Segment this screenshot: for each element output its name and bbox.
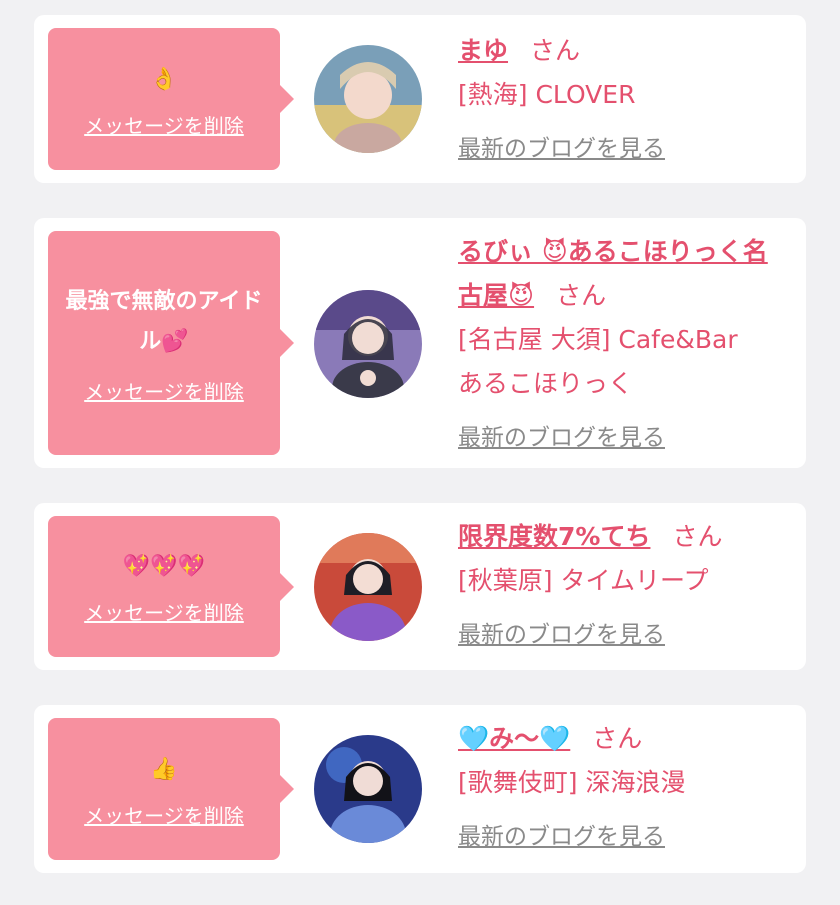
latest-blog-link[interactable]: 最新のブログを見る	[458, 817, 665, 851]
name-line: るびぃ 😈あるこほりっく名古屋😈 さん	[458, 230, 788, 318]
message-text: 💖💖💖	[122, 554, 206, 579]
cast-name-link[interactable]: 限界度数7%てち	[458, 522, 650, 551]
honorific: さん	[672, 522, 723, 551]
latest-blog-link[interactable]: 最新のブログを見る	[458, 615, 665, 649]
name-line: 🩵み〜🩵 さん	[458, 717, 792, 761]
shop-name-line2: あるこほりっく	[458, 369, 634, 398]
message-bubble: 👍 メッセージを削除	[48, 718, 294, 860]
latest-blog-link[interactable]: 最新のブログを見る	[458, 418, 665, 452]
cast-name-link[interactable]: まゆ	[458, 36, 508, 65]
shop-name: [名古屋 大須] Cafe&Bar	[458, 325, 738, 354]
message-card: 最強で無敵のアイドル💕 メッセージを削除 るびぃ 😈あるこほりっく名古屋😈 さん …	[34, 218, 806, 468]
delete-message-link[interactable]: メッセージを削除	[84, 597, 244, 626]
avatar[interactable]	[314, 45, 422, 153]
cast-name-link[interactable]: 🩵み〜🩵	[458, 724, 570, 753]
message-bubble: 最強で無敵のアイドル💕 メッセージを削除	[48, 231, 294, 455]
message-card: 👌 メッセージを削除 まゆ さん [熱海] CLOVER 最新のブログを見る	[34, 15, 806, 183]
message-card: 👍 メッセージを削除 🩵み〜🩵 さん [歌舞伎町] 深海浪漫 最新のブログを見る	[34, 705, 806, 873]
cast-info: 限界度数7%てち さん [秋葉原] タイムリープ 最新のブログを見る	[458, 515, 792, 649]
honorific: さん	[592, 724, 643, 753]
message-list: 👌 メッセージを削除 まゆ さん [熱海] CLOVER 最新のブログを見る 最強…	[0, 0, 840, 905]
cast-info: 🩵み〜🩵 さん [歌舞伎町] 深海浪漫 最新のブログを見る	[458, 717, 792, 851]
message-bubble: 👌 メッセージを削除	[48, 28, 294, 170]
delete-message-link[interactable]: メッセージを削除	[84, 800, 244, 829]
message-bubble: 💖💖💖 メッセージを削除	[48, 516, 294, 657]
delete-message-link[interactable]: メッセージを削除	[84, 110, 244, 139]
name-line: まゆ さん	[458, 29, 792, 73]
message-text: 最強で無敵のアイドル💕	[65, 288, 263, 354]
cast-info: るびぃ 😈あるこほりっく名古屋😈 さん [名古屋 大須] Cafe&Bar あるこ…	[458, 230, 792, 452]
message-card: 💖💖💖 メッセージを削除 限界度数7%てち さん [秋葉原] タイムリープ 最新の…	[34, 503, 806, 670]
message-text: 👌	[150, 66, 178, 92]
honorific: さん	[556, 281, 607, 310]
name-line: 限界度数7%てち さん	[458, 515, 792, 559]
shop-name: [歌舞伎町] 深海浪漫	[458, 768, 686, 797]
shop-name: [熱海] CLOVER	[458, 80, 636, 109]
cast-info: まゆ さん [熱海] CLOVER 最新のブログを見る	[458, 29, 792, 163]
delete-message-link[interactable]: メッセージを削除	[84, 376, 244, 405]
cast-name-link[interactable]: るびぃ 😈あるこほりっく名古屋😈	[458, 237, 768, 310]
shop-name: [秋葉原] タイムリープ	[458, 566, 709, 595]
honorific: さん	[530, 36, 581, 65]
message-text: 👍	[150, 756, 178, 782]
latest-blog-link[interactable]: 最新のブログを見る	[458, 129, 665, 163]
avatar[interactable]	[314, 533, 422, 641]
avatar[interactable]	[314, 290, 422, 398]
avatar[interactable]	[314, 735, 422, 843]
